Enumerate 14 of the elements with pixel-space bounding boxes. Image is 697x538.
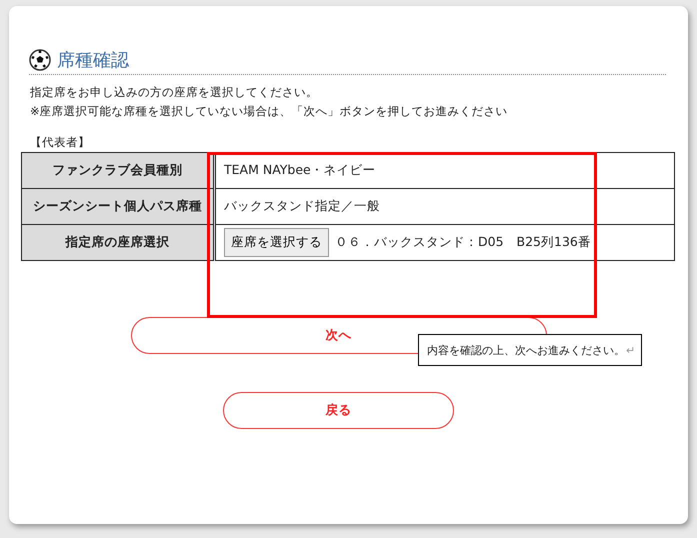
back-button[interactable]: 戻る: [223, 392, 454, 429]
row-header: シーズンシート個人パス席種: [22, 188, 214, 224]
cell-value: ０６．バックスタンド：D05 B25列136番: [335, 234, 591, 249]
row-header: ファンクラブ会員種別: [22, 152, 214, 188]
soccer-ball-icon: [29, 49, 51, 71]
cell-value: TEAM NAYbee・ネイビー: [224, 162, 376, 177]
select-seat-button[interactable]: 座席を選択する: [224, 228, 329, 257]
return-mark: ↵: [626, 344, 636, 356]
section-label: 【代表者】: [30, 135, 91, 150]
section-heading: 席種確認: [57, 49, 129, 72]
instruction-text: 指定席をお申し込みの方の座席を選択してください。: [30, 84, 319, 101]
cell-value: バックスタンド指定／一般: [224, 198, 380, 213]
instruction-text: ※座席選択可能な席種を選択していない場合は、「次へ」ボタンを押してお進みください: [30, 103, 509, 120]
row-header: 指定席の座席選択: [22, 224, 214, 260]
